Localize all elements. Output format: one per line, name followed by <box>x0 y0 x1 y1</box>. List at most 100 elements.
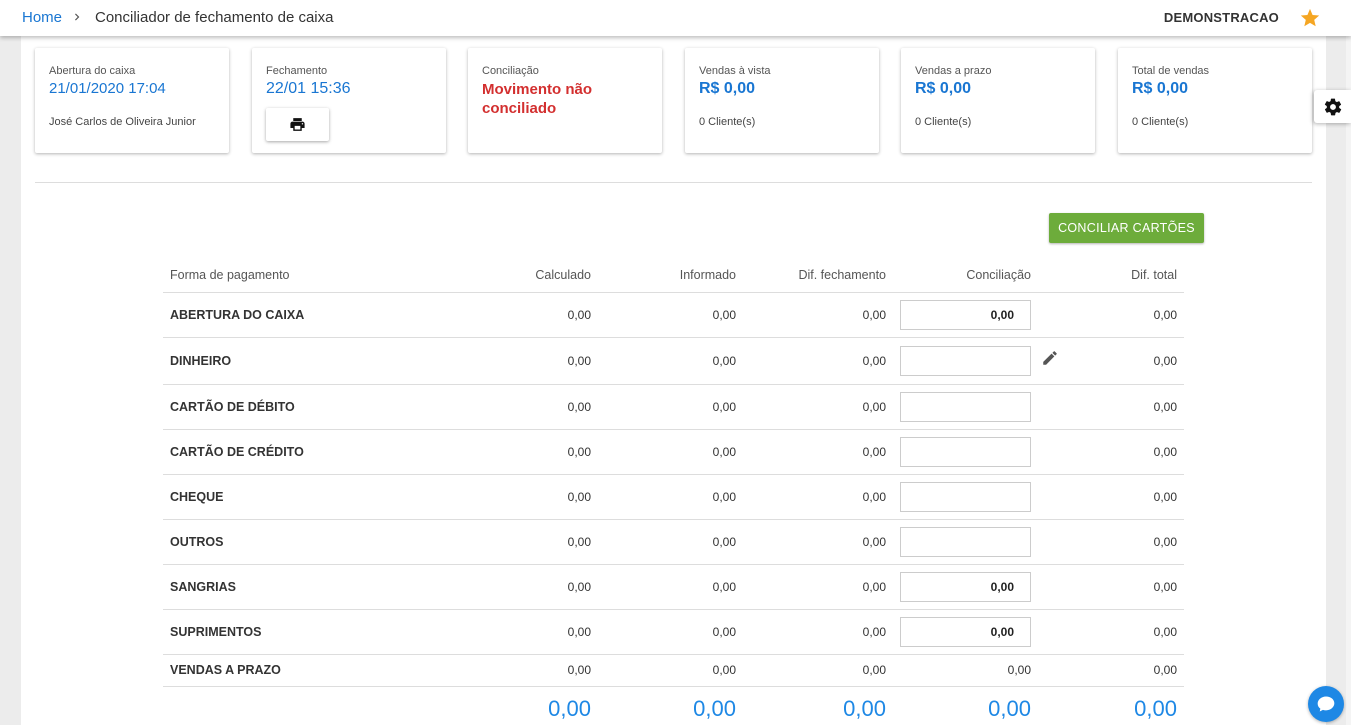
conciliacao-input[interactable] <box>900 526 1031 557</box>
dif-total-cell: 0,00 <box>1038 429 1184 475</box>
table-row: VENDAS A PRAZO 0,00 0,00 0,00 0,00 0,00 <box>163 654 1184 687</box>
main-panel: Abertura do caixa 21/01/2020 17:04 José … <box>21 36 1326 725</box>
dif-fechamento-cell: 0,00 <box>743 429 893 475</box>
card-label: Vendas à vista <box>699 65 771 77</box>
calculado-cell: 0,00 <box>313 564 598 610</box>
card-vendas-prazo: Vendas a prazo R$ 0,00 0 Cliente(s) <box>901 48 1095 153</box>
conciliacao-cell: 0,00 <box>893 654 1038 687</box>
total-informado: 0,00 <box>693 695 736 721</box>
payment-method-name: VENDAS A PRAZO <box>163 654 313 687</box>
column-header: Conciliação <box>893 258 1038 293</box>
card-label: Fechamento <box>266 65 328 77</box>
informado-cell: 0,00 <box>598 609 743 655</box>
total-dif-fechamento: 0,00 <box>843 695 886 721</box>
card-sub: José Carlos de Oliveira Junior <box>49 116 196 128</box>
conciliacao-cell <box>893 429 1038 475</box>
top-bar: Home Conciliador de fechamento de caixa … <box>0 0 1351 36</box>
calculado-cell: 0,00 <box>313 474 598 520</box>
informado-cell: 0,00 <box>598 429 743 475</box>
chat-button[interactable] <box>1308 686 1344 722</box>
informado-cell: 0,00 <box>598 519 743 565</box>
user-name[interactable]: DEMONSTRACAO <box>1164 10 1279 25</box>
payment-method-name: CARTÃO DE DÉBITO <box>163 384 313 430</box>
card-label: Conciliação <box>482 65 539 77</box>
print-icon <box>290 118 305 131</box>
dif-total-cell: 0,00 <box>1038 654 1184 687</box>
card-sub: 0 Cliente(s) <box>699 116 756 128</box>
conciliacao-input[interactable]: 0,00 <box>900 616 1031 647</box>
conciliacao-cell <box>893 337 1057 385</box>
table-row: CARTÃO DE CRÉDITO 0,00 0,00 0,00 0,00 <box>163 429 1184 475</box>
status-text: Movimento não conciliado <box>482 81 593 117</box>
conciliacao-cell <box>893 384 1038 430</box>
dif-fechamento-cell: 0,00 <box>743 384 893 430</box>
card-conciliacao: Conciliação Movimento não conciliado <box>468 48 662 153</box>
informado-cell: 0,00 <box>598 654 743 687</box>
payment-method-name: SUPRIMENTOS <box>163 609 313 655</box>
card-total-vendas: Total de vendas R$ 0,00 0 Cliente(s) <box>1118 48 1312 153</box>
conciliacao-input[interactable]: 0,00 <box>900 571 1031 602</box>
dif-fechamento-cell: 0,00 <box>743 474 893 520</box>
scrollbar[interactable] <box>1346 36 1351 725</box>
dif-total-cell: 0,00 <box>1038 292 1184 338</box>
payment-method-name: DINHEIRO <box>163 337 313 385</box>
table-row: CHEQUE 0,00 0,00 0,00 0,00 <box>163 474 1184 520</box>
dif-total-cell: 0,00 <box>1038 564 1184 610</box>
payment-method-name: ABERTURA DO CAIXA <box>163 292 313 338</box>
card-value: R$ 0,00 <box>699 80 756 97</box>
dif-fechamento-cell: 0,00 <box>743 519 893 565</box>
star-icon[interactable] <box>1299 7 1321 29</box>
informado-cell: 0,00 <box>598 384 743 430</box>
conciliacao-input[interactable]: 0,00 <box>900 299 1031 330</box>
calculado-cell: 0,00 <box>313 654 598 687</box>
dif-fechamento-cell: 0,00 <box>743 564 893 610</box>
payment-method-name: SANGRIAS <box>163 564 313 610</box>
settings-button[interactable] <box>1314 90 1351 123</box>
card-value: R$ 0,00 <box>915 80 972 97</box>
calculado-cell: 0,00 <box>313 337 598 385</box>
table-row: OUTROS 0,00 0,00 0,00 0,00 <box>163 519 1184 565</box>
column-header: Informado <box>598 258 743 293</box>
total-dif-total: 0,00 <box>1134 695 1177 721</box>
card-abertura: Abertura do caixa 21/01/2020 17:04 José … <box>35 48 229 153</box>
pencil-icon[interactable] <box>1041 349 1059 367</box>
breadcrumb-home-link[interactable]: Home <box>22 9 62 26</box>
card-fechamento: Fechamento 22/01 15:36 <box>252 48 446 153</box>
calculado-cell: 0,00 <box>313 384 598 430</box>
conciliacao-cell: 0,00 <box>893 564 1038 610</box>
table-row: ABERTURA DO CAIXA 0,00 0,00 0,00 0,00 0,… <box>163 292 1184 338</box>
informado-cell: 0,00 <box>598 564 743 610</box>
card-sub: 0 Cliente(s) <box>1132 116 1189 128</box>
informado-cell: 0,00 <box>598 474 743 520</box>
conciliacao-input[interactable] <box>900 345 1031 376</box>
payment-method-name: CHEQUE <box>163 474 313 520</box>
conciliacao-cell <box>893 519 1038 565</box>
calculado-cell: 0,00 <box>313 292 598 338</box>
conciliacao-input[interactable] <box>900 391 1031 422</box>
table-row: CARTÃO DE DÉBITO 0,00 0,00 0,00 0,00 <box>163 384 1184 430</box>
conciliacao-input[interactable] <box>900 436 1031 467</box>
total-calculado: 0,00 <box>548 695 591 721</box>
dif-total-cell: 0,00 <box>1038 609 1184 655</box>
payment-method-name: OUTROS <box>163 519 313 565</box>
gear-icon <box>1324 98 1342 116</box>
column-header: Calculado <box>313 258 598 293</box>
reconciliation-table: Forma de pagamento Calculado Informado D… <box>163 258 1184 725</box>
calculado-cell: 0,00 <box>313 429 598 475</box>
conciliacao-cell <box>893 474 1038 520</box>
column-header: Dif. fechamento <box>743 258 893 293</box>
totals-label-cell <box>163 686 313 725</box>
dif-fechamento-cell: 0,00 <box>743 337 893 385</box>
conciliar-cartoes-button[interactable]: CONCILIAR CARTÕES <box>1049 213 1204 243</box>
dif-total-cell: 0,00 <box>1038 384 1184 430</box>
conciliacao-cell: 0,00 <box>893 609 1038 655</box>
card-value: 22/01 15:36 <box>266 80 351 97</box>
print-button[interactable] <box>266 108 329 141</box>
conciliacao-input[interactable] <box>900 481 1031 512</box>
dif-total-cell: 0,00 <box>1038 474 1184 520</box>
informado-cell: 0,00 <box>598 292 743 338</box>
dif-fechamento-cell: 0,00 <box>743 654 893 687</box>
card-label: Vendas a prazo <box>915 65 992 77</box>
dif-total-cell: 0,00 <box>1038 519 1184 565</box>
table-row: SANGRIAS 0,00 0,00 0,00 0,00 0,00 <box>163 564 1184 610</box>
